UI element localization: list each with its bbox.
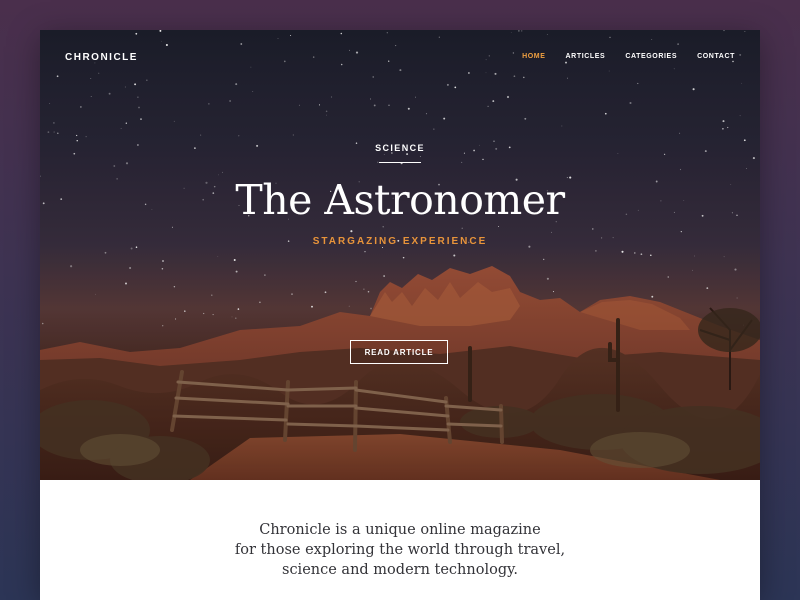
intro-line: Chronicle is a unique online magazine bbox=[259, 522, 541, 538]
category-underline bbox=[379, 162, 421, 163]
hero-title: The Astronomer bbox=[235, 176, 565, 224]
page-frame: CHRONICLE HOME ARTICLES CATEGORIES CONTA… bbox=[40, 30, 760, 600]
nav-item-contact[interactable]: CONTACT bbox=[697, 53, 735, 60]
nav-item-home[interactable]: HOME bbox=[522, 53, 545, 60]
read-article-button[interactable]: READ ARTICLE bbox=[350, 340, 448, 364]
nav-item-categories[interactable]: CATEGORIES bbox=[625, 53, 677, 60]
intro-text: Chronicle is a unique online magazine fo… bbox=[40, 520, 760, 580]
hero-background-image bbox=[40, 30, 760, 480]
main-menu: HOME ARTICLES CATEGORIES CONTACT bbox=[522, 53, 735, 60]
brand-logo[interactable]: CHRONICLE bbox=[65, 52, 138, 63]
top-nav: CHRONICLE HOME ARTICLES CATEGORIES CONTA… bbox=[40, 30, 760, 86]
hero-section: CHRONICLE HOME ARTICLES CATEGORIES CONTA… bbox=[40, 30, 760, 480]
nav-item-articles[interactable]: ARTICLES bbox=[566, 53, 606, 60]
category-label[interactable]: SCIENCE bbox=[40, 143, 760, 153]
hero-subtitle: STARGAZING EXPERIENCE bbox=[312, 236, 488, 247]
intro-line: for those exploring the world through tr… bbox=[234, 542, 566, 558]
intro-line: science and modern technology. bbox=[282, 562, 518, 578]
